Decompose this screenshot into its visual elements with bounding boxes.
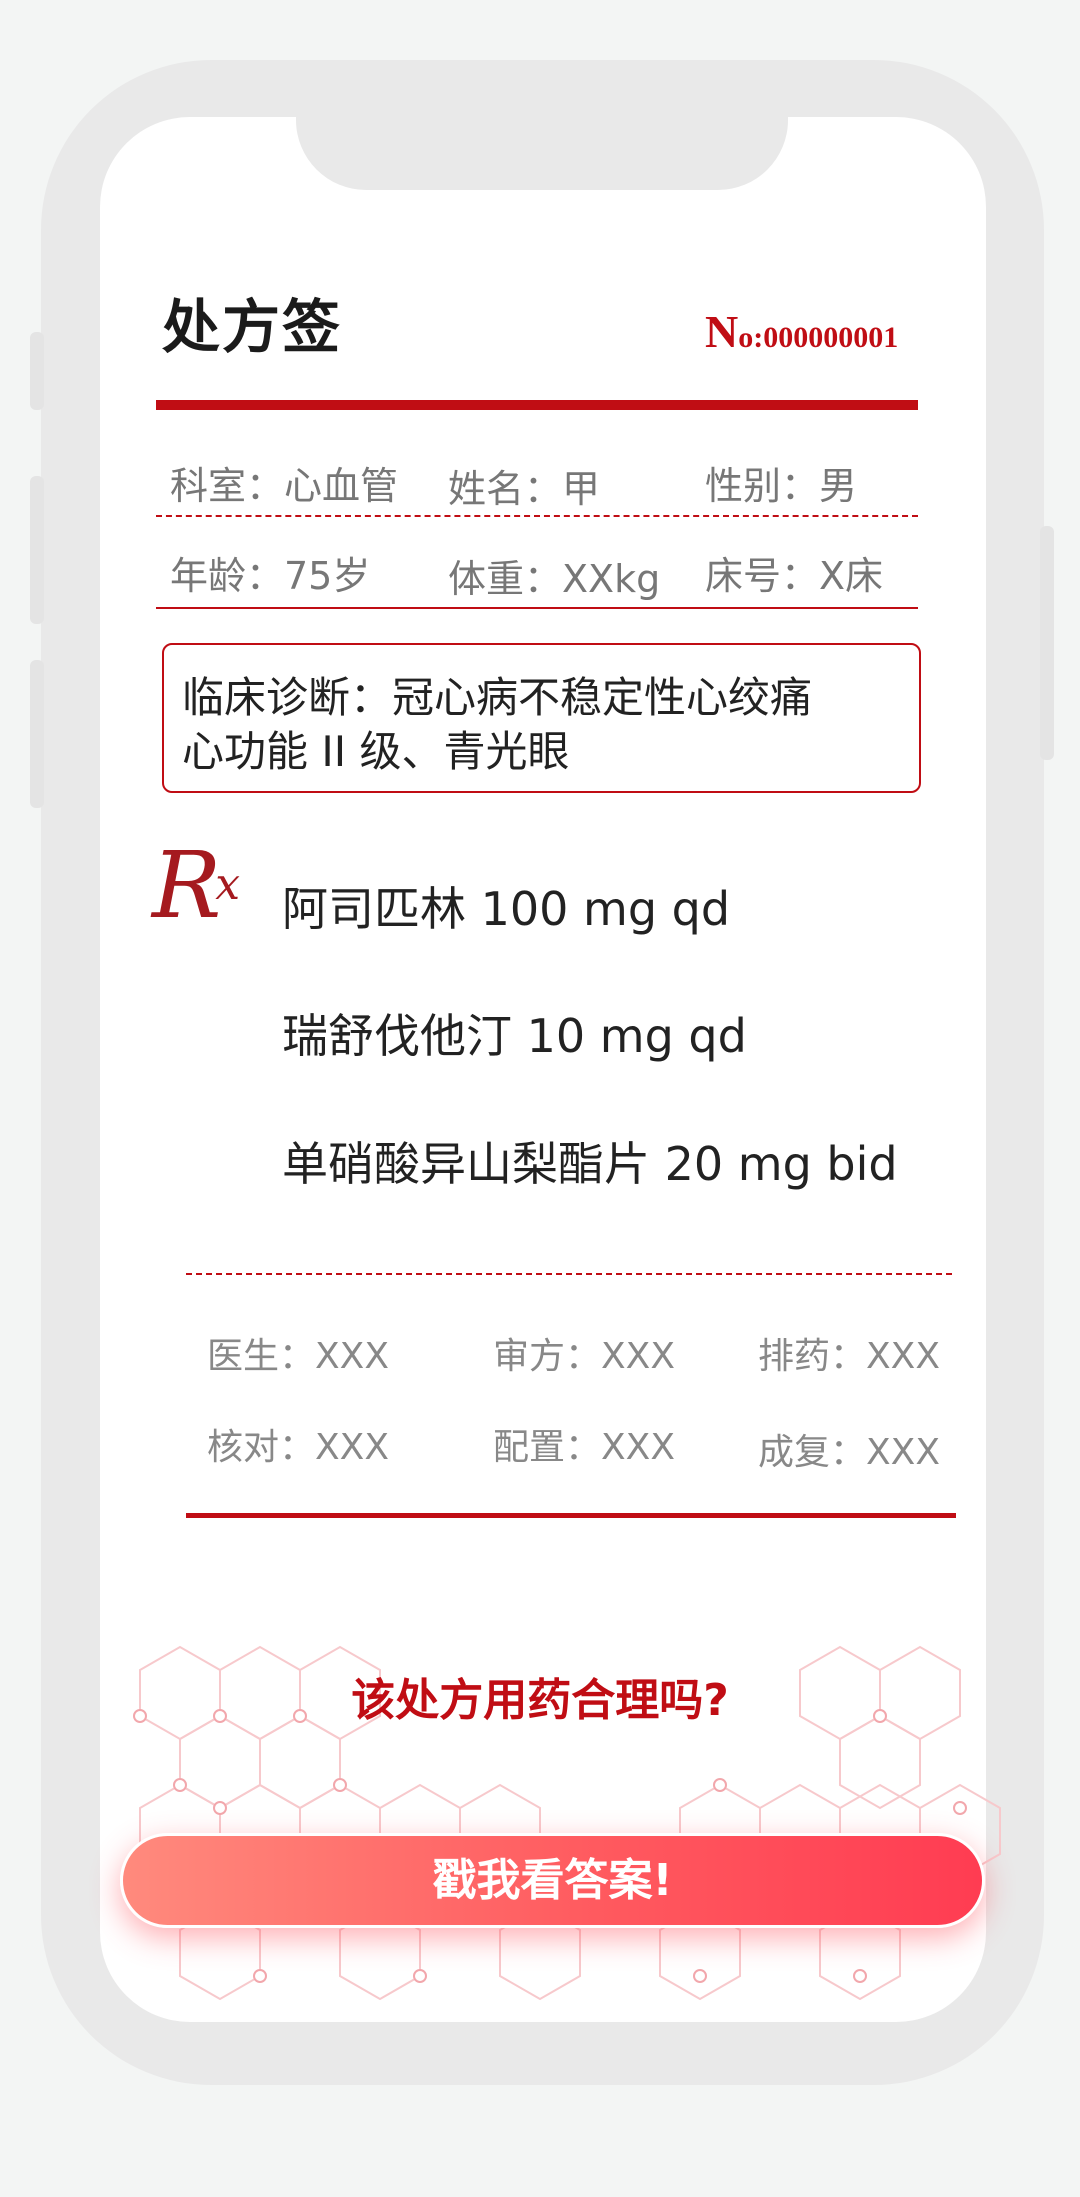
dispense-value: XXX: [866, 1336, 941, 1377]
drug-item-isosorbide: 单硝酸异山梨酯片 20 mg bid: [282, 1137, 898, 1191]
check-label: 核对：: [207, 1427, 316, 1468]
header-divider: [156, 400, 918, 410]
doctor-field: 医生：XXX: [207, 1327, 389, 1379]
review-value: XXX: [601, 1336, 676, 1377]
weight-field: 体重：XXkg: [448, 557, 661, 601]
doctor-value: XXX: [315, 1336, 390, 1377]
prescription-number: No:000000001: [705, 305, 898, 358]
drug-item-aspirin: 阿司匹林 100 mg qd: [282, 882, 731, 936]
bed-field: 床号：X床: [705, 554, 884, 598]
question-text: 该处方用药合理吗?: [351, 1675, 729, 1726]
age-field: 年龄：75岁: [170, 554, 371, 598]
show-answer-button[interactable]: 戳我看答案!: [120, 1833, 985, 1928]
info-divider: [156, 515, 918, 517]
check-field: 核对：XXX: [207, 1418, 389, 1470]
phone-side-button: [30, 332, 44, 410]
rx-symbol: Rx: [152, 832, 246, 939]
number-prefix: N: [705, 306, 739, 357]
phone-volume-up: [30, 476, 44, 624]
rx-r: R: [152, 832, 222, 939]
phone-notch: [296, 110, 788, 190]
recheck-field: 成复：XXX: [758, 1423, 940, 1475]
name-field: 姓名：甲: [448, 467, 601, 511]
check-value: XXX: [315, 1427, 390, 1468]
hexagon-pattern-background: [133, 1645, 1001, 2000]
staff-bottom-divider: [186, 1513, 956, 1518]
prepare-value: XXX: [601, 1427, 676, 1468]
diagnosis-box: 临床诊断：冠心病不稳定性心绞痛 心功能 II 级、青光眼: [162, 643, 921, 793]
recheck-value: XXX: [866, 1432, 941, 1473]
drug-item-rosuvastatin: 瑞舒伐他汀 10 mg qd: [282, 1009, 747, 1063]
number-value: o:000000001: [738, 321, 899, 354]
dispense-field: 排药：XXX: [758, 1327, 940, 1379]
patient-info-bottom-line: [156, 607, 918, 609]
review-label: 审方：: [493, 1336, 602, 1377]
prepare-label: 配置：: [493, 1427, 602, 1468]
recheck-label: 成复：: [758, 1432, 867, 1473]
doctor-label: 医生：: [207, 1336, 316, 1377]
rx-x: x: [215, 859, 241, 910]
phone-power-button: [1040, 526, 1054, 760]
staff-top-divider: [186, 1273, 952, 1275]
page-title: 处方签: [162, 293, 343, 361]
dispense-label: 排药：: [758, 1336, 867, 1377]
diagnosis-line-1: 临床诊断：冠心病不稳定性心绞痛: [182, 673, 813, 722]
gender-field: 性别：男: [705, 464, 858, 508]
department-field: 科室：心血管: [170, 464, 399, 508]
phone-volume-down: [30, 660, 44, 808]
review-field: 审方：XXX: [493, 1327, 675, 1379]
diagnosis-line-2: 心功能 II 级、青光眼: [182, 727, 570, 776]
prepare-field: 配置：XXX: [493, 1418, 675, 1470]
